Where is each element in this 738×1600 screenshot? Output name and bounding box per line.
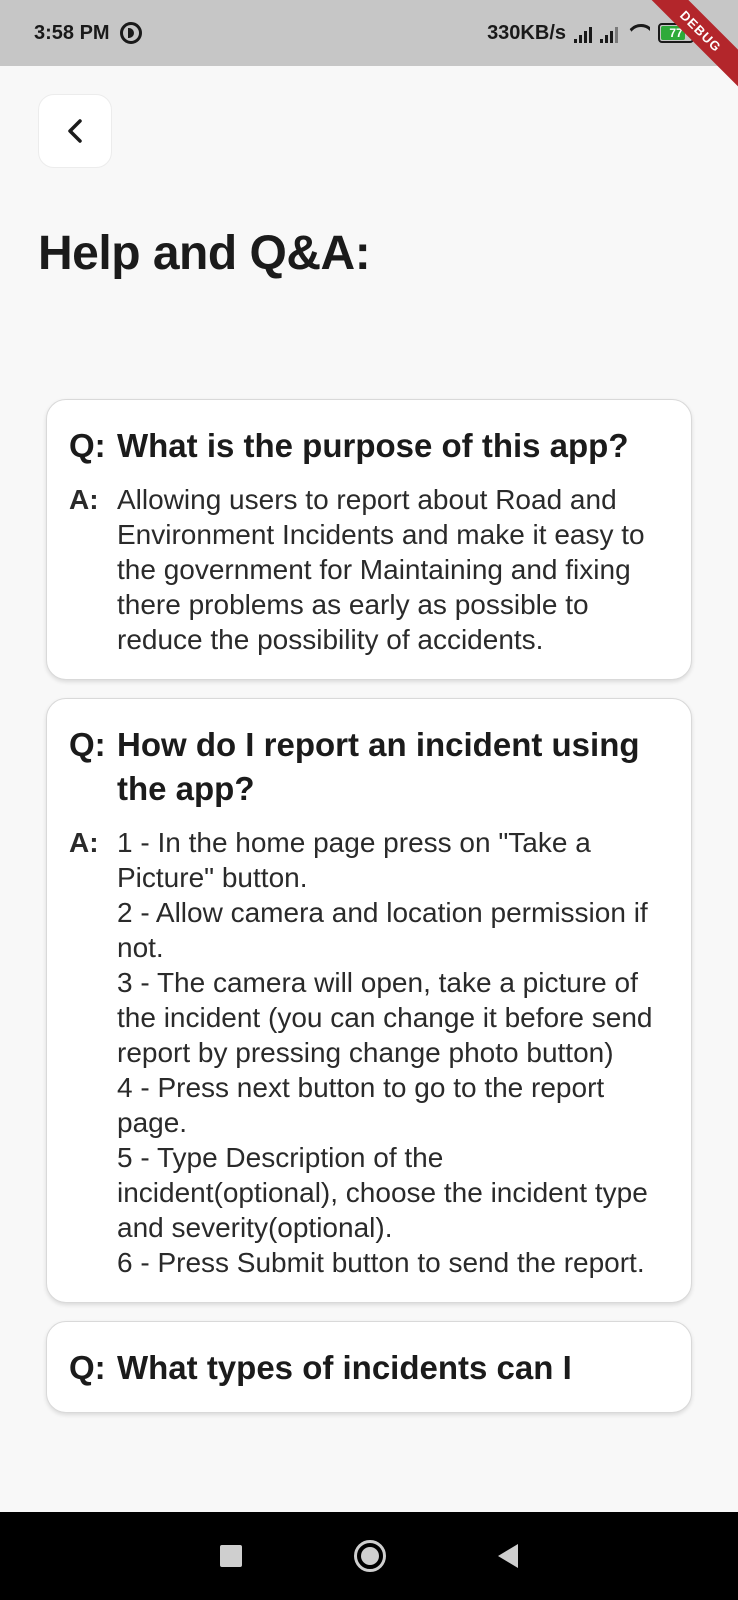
chevron-left-icon — [68, 119, 82, 143]
question-prefix: Q: — [69, 427, 106, 464]
wifi-icon — [626, 24, 650, 42]
answer-row: A: Allowing users to report about Road a… — [69, 482, 669, 657]
notification-icon — [119, 22, 142, 44]
answer-prefix: A: — [69, 484, 99, 515]
square-icon[interactable] — [220, 1545, 242, 1567]
faq-card: Q: What is the purpose of this app? A: A… — [46, 399, 692, 680]
back-button[interactable] — [38, 94, 112, 168]
network-speed: 330KB/s — [487, 21, 566, 44]
question-row: Q: What types of incidents can I — [69, 1346, 669, 1390]
question-prefix: Q: — [69, 726, 106, 763]
question-prefix: Q: — [69, 1349, 106, 1386]
answer-text: 1 - In the home page press on "Take a Pi… — [117, 827, 653, 1278]
question-text: What types of incidents can I — [117, 1349, 572, 1386]
status-right: 330KB/s 77 — [487, 22, 704, 45]
status-bar: 3:58 PM 330KB/s 77 — [0, 0, 738, 66]
triangle-back-icon[interactable] — [498, 1544, 518, 1568]
status-left: 3:58 PM — [34, 22, 142, 45]
question-text: How do I report an incident using the ap… — [117, 726, 640, 807]
circle-icon[interactable] — [354, 1540, 386, 1572]
signal-secondary-icon — [600, 23, 618, 43]
page-title: Help and Q&A: — [38, 227, 371, 280]
help-screen: 3:58 PM 330KB/s 77 DEBUG Help and Q&A: Q… — [0, 0, 738, 1600]
system-nav-bar — [0, 1512, 738, 1600]
status-time: 3:58 PM — [34, 21, 110, 44]
question-row: Q: How do I report an incident using the… — [69, 723, 669, 811]
question-row: Q: What is the purpose of this app? — [69, 424, 669, 468]
faq-list: Q: What is the purpose of this app? A: A… — [46, 399, 692, 1431]
question-text: What is the purpose of this app? — [117, 427, 629, 464]
signal-icon — [574, 23, 592, 43]
faq-card-partial: Q: What types of incidents can I — [46, 1321, 692, 1413]
answer-prefix: A: — [69, 827, 99, 858]
faq-card: Q: How do I report an incident using the… — [46, 698, 692, 1303]
answer-text: Allowing users to report about Road and … — [117, 484, 645, 655]
answer-row: A: 1 - In the home page press on "Take a… — [69, 825, 669, 1280]
